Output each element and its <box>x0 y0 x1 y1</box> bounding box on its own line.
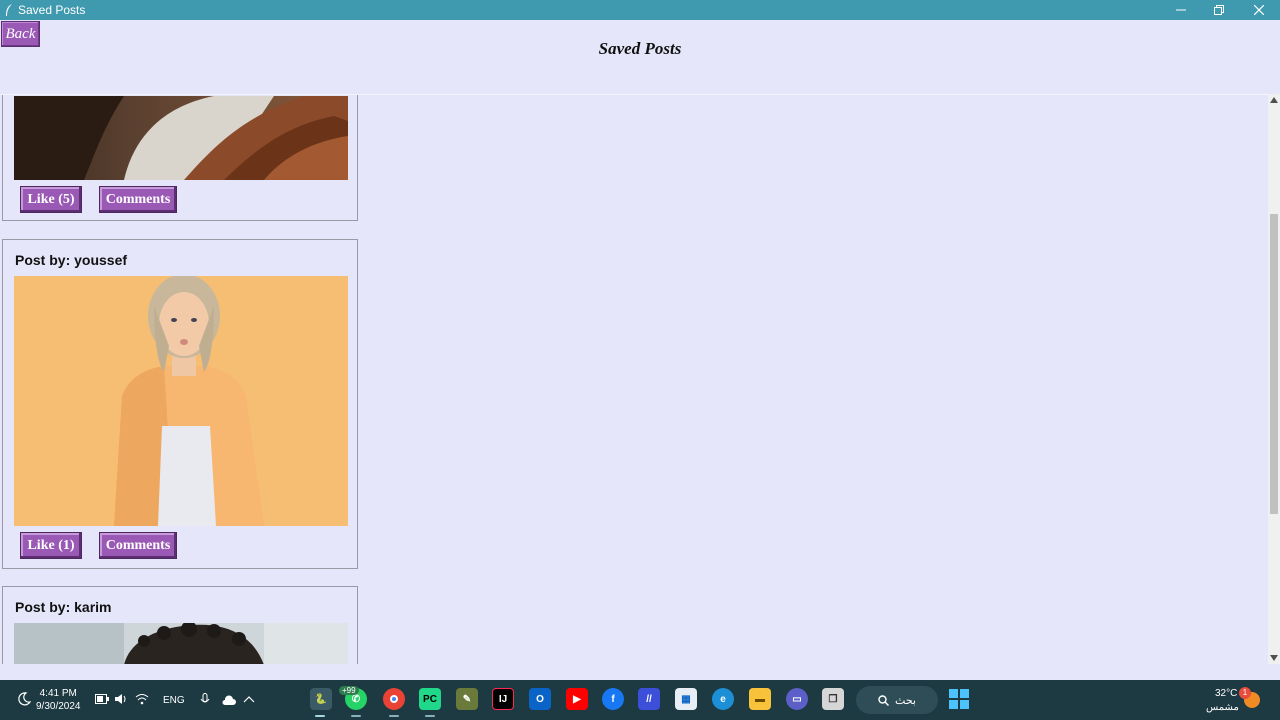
feather-icon <box>6 4 12 16</box>
wifi-icon[interactable] <box>135 693 149 705</box>
like-button[interactable]: Like (1) <box>20 532 82 559</box>
post-author: Post by: karim <box>15 599 112 615</box>
post-photo <box>14 276 348 526</box>
clock[interactable]: 4:41 PM 9/30/2024 <box>36 687 81 713</box>
youtube-icon[interactable]: ▶ <box>566 688 588 710</box>
edge-icon[interactable]: e <box>712 688 734 710</box>
post-image <box>14 96 348 180</box>
search-box[interactable]: بحث <box>856 686 938 714</box>
weather-label[interactable]: مشمس <box>1206 702 1239 713</box>
post-card: Post by: karim <box>2 586 358 664</box>
active-indicator <box>389 715 399 717</box>
arrow-down-icon <box>1270 655 1278 661</box>
active-indicator <box>315 715 325 717</box>
post-card: Post by: youssef Like (1) Comments <box>2 239 358 569</box>
weather-temp[interactable]: 32°C <box>1215 688 1237 699</box>
minimize-button[interactable] <box>1162 0 1200 20</box>
minimize-icon <box>1176 9 1186 11</box>
arrow-up-icon <box>1270 97 1278 103</box>
whatsapp-badge: +99 <box>339 686 359 695</box>
vertical-scrollbar[interactable] <box>1268 94 1280 664</box>
scroll-thumb[interactable] <box>1270 214 1278 514</box>
page-title: Saved Posts <box>598 39 682 58</box>
chat-app-icon[interactable]: ▭ <box>786 688 808 710</box>
notification-badge: 1 <box>1239 687 1251 699</box>
python-app-icon[interactable]: 🐍 <box>310 688 332 710</box>
outlook-icon[interactable]: O <box>529 688 551 710</box>
close-button[interactable] <box>1240 0 1278 20</box>
post-card: Like (5) Comments <box>2 95 358 221</box>
restore-button[interactable] <box>1200 0 1238 20</box>
chrome-icon[interactable] <box>383 688 405 710</box>
volume-icon[interactable] <box>114 693 128 705</box>
comments-button[interactable]: Comments <box>99 532 177 559</box>
scroll-down-button[interactable] <box>1268 652 1280 664</box>
header: Back Saved Posts <box>0 20 1280 94</box>
clock-date: 9/30/2024 <box>36 701 81 712</box>
moon-icon[interactable] <box>17 692 31 706</box>
taskbar: 4:41 PM 9/30/2024 ENG 🐍 ✆ +99 PC ✎ IJ O … <box>0 680 1280 720</box>
window-title: Saved Posts <box>18 3 86 17</box>
scroll-up-button[interactable] <box>1268 94 1280 106</box>
search-icon <box>878 694 890 706</box>
chevron-up-icon[interactable] <box>243 695 255 703</box>
clock-time: 4:41 PM <box>39 688 77 699</box>
start-button[interactable] <box>948 688 970 710</box>
title-bar: Saved Posts <box>0 0 1280 20</box>
intellij-icon[interactable]: IJ <box>492 688 514 710</box>
tools-app-icon[interactable]: ✎ <box>456 688 478 710</box>
task-view-icon[interactable]: ❐ <box>822 688 844 710</box>
like-button[interactable]: Like (5) <box>20 186 82 213</box>
post-author: Post by: youssef <box>15 252 128 268</box>
cloud-sync-icon[interactable] <box>221 694 237 706</box>
posts-scroll-area[interactable]: Like (5) Comments Post by: youssef Like … <box>0 94 1268 664</box>
restore-icon <box>1214 5 1224 15</box>
language-indicator[interactable]: ENG <box>163 695 185 706</box>
post-image <box>14 276 348 526</box>
post-image <box>14 623 348 664</box>
store-icon[interactable]: ▦ <box>675 688 697 710</box>
pycharm-icon[interactable]: PC <box>419 688 441 710</box>
search-label: بحث <box>895 694 916 707</box>
editor-app-icon[interactable]: // <box>638 688 660 710</box>
close-icon <box>1254 5 1264 15</box>
microphone-icon[interactable] <box>200 693 210 707</box>
post-photo <box>14 96 348 180</box>
battery-icon[interactable] <box>95 694 109 704</box>
facebook-icon[interactable]: f <box>602 688 624 710</box>
active-indicator <box>425 715 435 717</box>
post-photo <box>14 623 348 664</box>
comments-button[interactable]: Comments <box>99 186 177 213</box>
file-explorer-icon[interactable]: ▬ <box>749 688 771 710</box>
active-indicator <box>351 715 361 717</box>
windows-icon <box>949 689 969 709</box>
